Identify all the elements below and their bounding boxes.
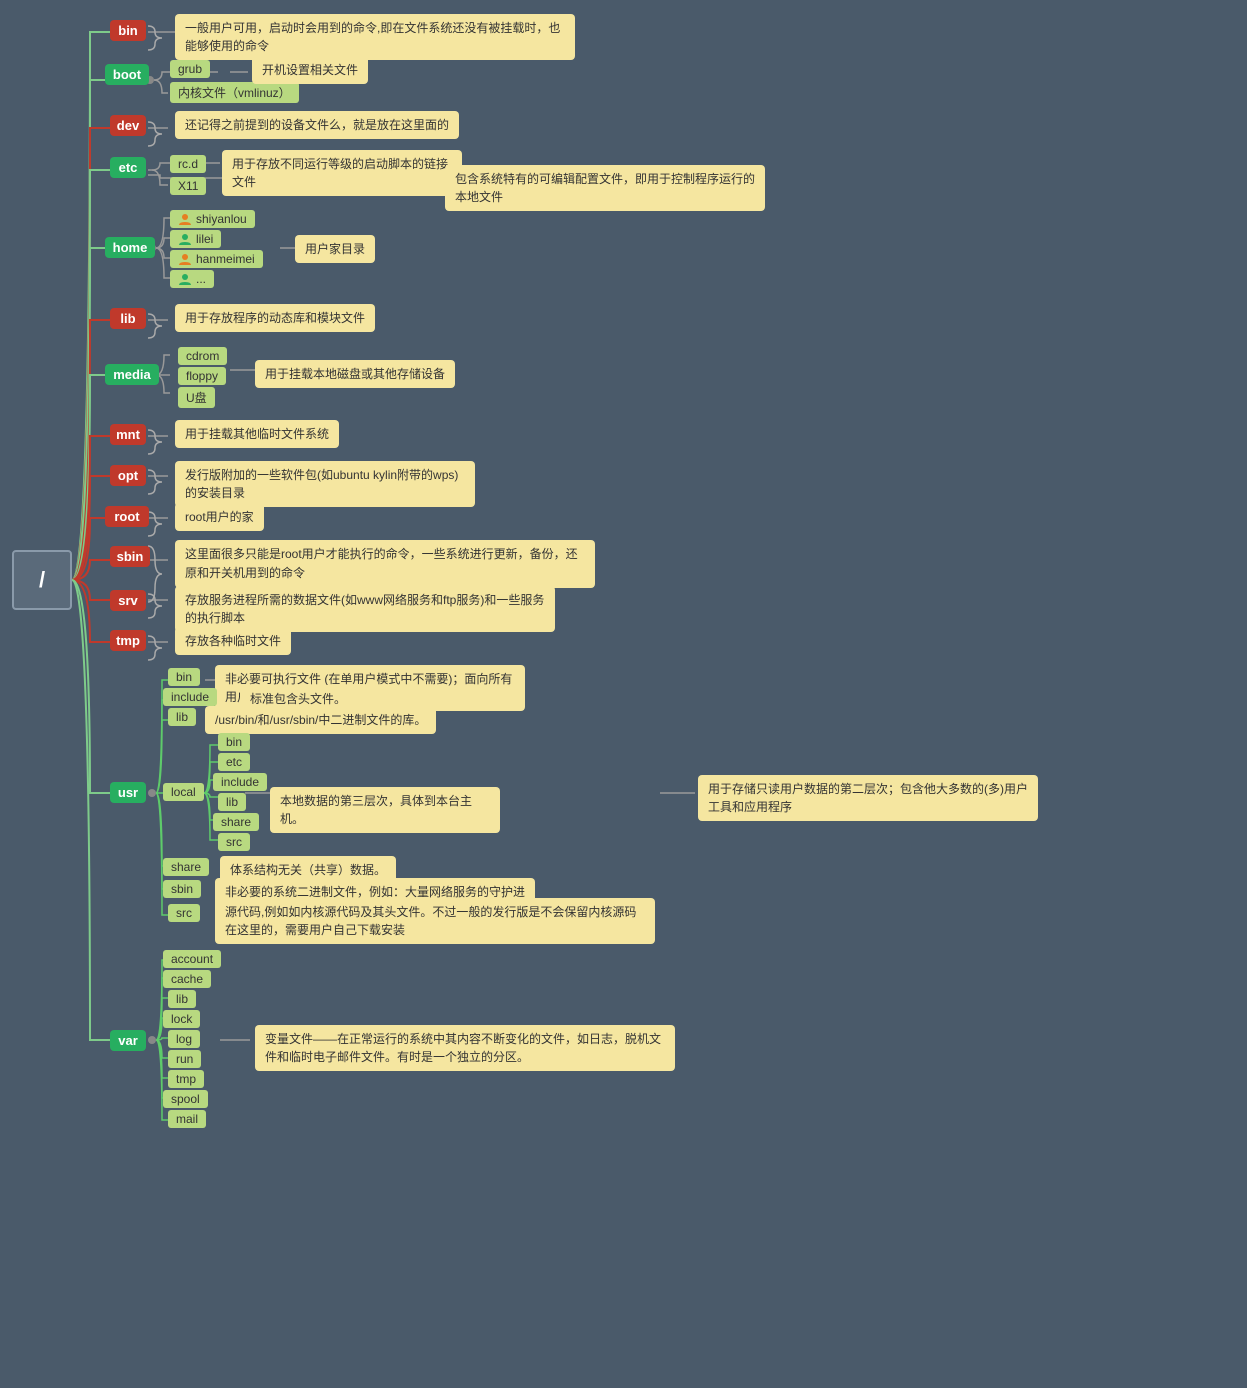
node-tmp: tmp <box>110 630 146 651</box>
node-srv: srv <box>110 590 146 611</box>
child-udisk: U盘 <box>178 387 215 408</box>
usr-child-sbin: sbin <box>163 880 201 898</box>
root-node: / <box>12 550 72 610</box>
child-rcd: rc.d <box>170 155 206 173</box>
var-child-tmp: tmp <box>168 1070 204 1088</box>
usr-child-lib: lib <box>168 708 196 726</box>
var-child-run: run <box>168 1050 201 1068</box>
desc-sbin: 这里面很多只能是root用户才能执行的命令，一些系统进行更新，备份，还原和开关机… <box>175 540 595 588</box>
var-child-log: log <box>168 1030 200 1048</box>
desc-usr-local: 本地数据的第三层次，具体到本台主机。 <box>270 787 500 833</box>
desc-tmp: 存放各种临时文件 <box>175 627 291 655</box>
child-floppy: floppy <box>178 367 226 385</box>
local-child-src: src <box>218 833 250 851</box>
desc-home: 用户家目录 <box>295 235 375 263</box>
usr-child-src: src <box>168 904 200 922</box>
usr-child-include: include <box>163 688 217 706</box>
desc-usr-big: 用于存储只读用户数据的第二层次；包含他大多数的(多)用户工具和应用程序 <box>698 775 1038 821</box>
desc-boot: 开机设置相关文件 <box>252 56 368 84</box>
node-mnt: mnt <box>110 424 146 445</box>
child-cdrom: cdrom <box>178 347 227 365</box>
local-child-include: include <box>213 773 267 791</box>
var-child-account: account <box>163 950 221 968</box>
desc-rcd: 用于存放不同运行等级的启动脚本的链接文件 <box>222 150 462 196</box>
child-shiyanlou: shiyanlou <box>170 210 255 229</box>
node-home: home <box>105 237 155 258</box>
node-media: media <box>105 364 159 385</box>
local-child-lib: lib <box>218 793 246 811</box>
child-lilei: lilei <box>170 230 221 249</box>
label-hanmeimei: hanmeimei <box>196 252 255 266</box>
node-root: root <box>105 506 149 527</box>
node-etc: etc <box>110 157 146 178</box>
var-child-cache: cache <box>163 970 211 988</box>
local-child-etc: etc <box>218 753 250 771</box>
node-usr: usr <box>110 782 146 803</box>
desc-etc-big: 包含系统特有的可编辑配置文件，即用于控制程序运行的本地文件 <box>445 165 765 211</box>
desc-opt: 发行版附加的一些软件包(如ubuntu kylin附带的wps)的安装目录 <box>175 461 475 507</box>
node-bin: bin <box>110 20 146 41</box>
child-grub: grub <box>170 60 210 78</box>
desc-var: 变量文件——在正常运行的系统中其内容不断变化的文件，如日志，脱机文件和临时电子邮… <box>255 1025 675 1071</box>
label-lilei: lilei <box>196 232 213 246</box>
desc-mnt: 用于挂载其他临时文件系统 <box>175 420 339 448</box>
var-child-spool: spool <box>163 1090 208 1108</box>
child-vmlinuz: 内核文件（vmlinuz） <box>170 82 299 103</box>
desc-bin: 一般用户可用，启动时会用到的命令,即在文件系统还没有被挂载时，也能够使用的命令 <box>175 14 575 60</box>
usr-child-share: share <box>163 858 209 876</box>
local-child-bin: bin <box>218 733 250 751</box>
usr-child-bin: bin <box>168 668 200 686</box>
mind-map: / bin 一般用户可用，启动时会用到的命令,即在文件系统还没有被挂载时，也能够… <box>0 0 1247 1388</box>
desc-dev: 还记得之前提到的设备文件么，就是放在这里面的 <box>175 111 459 139</box>
usr-child-local: local <box>163 783 204 801</box>
local-child-share: share <box>213 813 259 831</box>
child-hanmeimei: hanmeimei <box>170 250 263 269</box>
desc-usr-lib: /usr/bin/和/usr/sbin/中二进制文件的库。 <box>205 706 436 734</box>
desc-lib: 用于存放程序的动态库和模块文件 <box>175 304 375 332</box>
node-dev: dev <box>110 115 146 136</box>
var-child-mail: mail <box>168 1110 206 1128</box>
child-x11: X11 <box>170 177 206 195</box>
label-shiyanlou: shiyanlou <box>196 212 247 226</box>
node-sbin: sbin <box>110 546 150 567</box>
var-child-lock: lock <box>163 1010 200 1028</box>
desc-srv: 存放服务进程所需的数据文件(如www网络服务和ftp服务)和一些服务的执行脚本 <box>175 586 555 632</box>
desc-media: 用于挂载本地磁盘或其他存储设备 <box>255 360 455 388</box>
node-lib: lib <box>110 308 146 329</box>
node-var: var <box>110 1030 146 1051</box>
child-dots: ... <box>170 270 214 289</box>
label-dots: ... <box>196 272 206 286</box>
desc-root: root用户的家 <box>175 503 264 531</box>
node-boot: boot <box>105 64 149 85</box>
node-opt: opt <box>110 465 146 486</box>
var-child-lib: lib <box>168 990 196 1008</box>
desc-usr-src: 源代码,例如如内核源代码及其头文件。不过一般的发行版是不会保留内核源码在这里的，… <box>215 898 655 944</box>
